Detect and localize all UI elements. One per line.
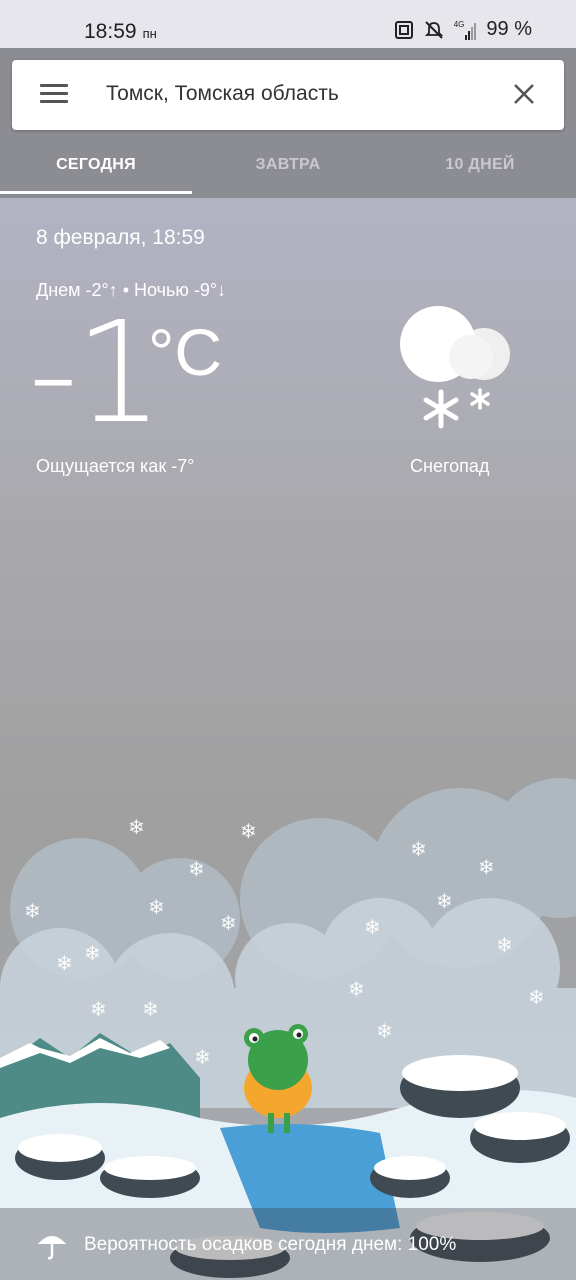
frog-mascot — [244, 1024, 312, 1133]
mute-bell-icon — [424, 20, 443, 39]
svg-text:❄: ❄ — [84, 941, 101, 965]
svg-text:❄: ❄ — [194, 1045, 211, 1069]
condition-label: Снегопад — [410, 456, 490, 476]
snow-cloud-icon — [400, 306, 510, 429]
network-type: 4G — [453, 19, 465, 29]
svg-text:❄: ❄ — [188, 857, 205, 881]
svg-text:❄: ❄ — [528, 985, 545, 1009]
svg-text:❄: ❄ — [220, 911, 237, 935]
weather-scene-illustration: ❄ ❄ ❄ ❄ ❄ ❄ ❄ ❄ ❄ ❄ ❄ ❄ ❄ ❄ ❄ ❄ ❄ ❄ ❄ — [0, 778, 576, 1280]
feels-like: Ощущается как -7° — [36, 456, 195, 476]
status-bar: 18:59 пн 4G 99 % — [0, 0, 576, 48]
svg-text:❄: ❄ — [478, 855, 495, 879]
svg-text:❄: ❄ — [376, 1019, 393, 1043]
search-bar[interactable]: Томск, Томская область — [12, 60, 564, 130]
weather-panel: 8 февраля, 18:59 Днем -2°↑ • Ночью -9°↓ … — [0, 198, 576, 1280]
svg-text:❄: ❄ — [348, 977, 365, 1001]
svg-text:❄: ❄ — [410, 837, 427, 861]
svg-text:❄: ❄ — [364, 915, 381, 939]
svg-text:❄: ❄ — [240, 819, 257, 843]
current-datetime: 8 февраля, 18:59 — [36, 226, 205, 249]
close-icon[interactable] — [512, 82, 536, 106]
svg-text:❄: ❄ — [90, 997, 107, 1021]
status-icons: 4G 99 % — [394, 18, 532, 41]
header: Томск, Томская область СЕГОДНЯ ЗАВТРА 10… — [0, 48, 576, 198]
status-time: 18:59 пн — [84, 20, 157, 44]
nfc-icon — [394, 20, 413, 39]
battery-level: 99 % — [486, 18, 532, 40]
svg-text:❄: ❄ — [142, 997, 159, 1021]
search-location[interactable]: Томск, Томская область — [106, 82, 339, 106]
svg-text:❄: ❄ — [496, 933, 513, 957]
svg-text:❄: ❄ — [128, 815, 145, 839]
status-clock: 18:59 — [84, 20, 137, 43]
precipitation-bar: Вероятность осадков сегодня днем: 100% — [0, 1208, 576, 1280]
tab-today[interactable]: СЕГОДНЯ — [0, 146, 192, 198]
tab-tomorrow[interactable]: ЗАВТРА — [192, 146, 384, 198]
precipitation-text: Вероятность осадков сегодня днем: 100% — [84, 1234, 457, 1255]
tabs: СЕГОДНЯ ЗАВТРА 10 ДНЕЙ — [0, 146, 576, 198]
svg-text:❄: ❄ — [436, 889, 453, 913]
svg-text:❄: ❄ — [24, 899, 41, 923]
svg-text:❄: ❄ — [56, 951, 73, 975]
temperature-unit: °C — [148, 315, 223, 389]
umbrella-icon — [38, 1236, 66, 1260]
tab-10-days[interactable]: 10 ДНЕЙ — [384, 146, 576, 198]
network-signal-icon: 4G — [454, 20, 477, 40]
svg-text:❄: ❄ — [148, 895, 165, 919]
current-temperature: -1 — [28, 292, 164, 455]
menu-icon[interactable] — [40, 84, 68, 106]
status-day: пн — [142, 26, 157, 41]
